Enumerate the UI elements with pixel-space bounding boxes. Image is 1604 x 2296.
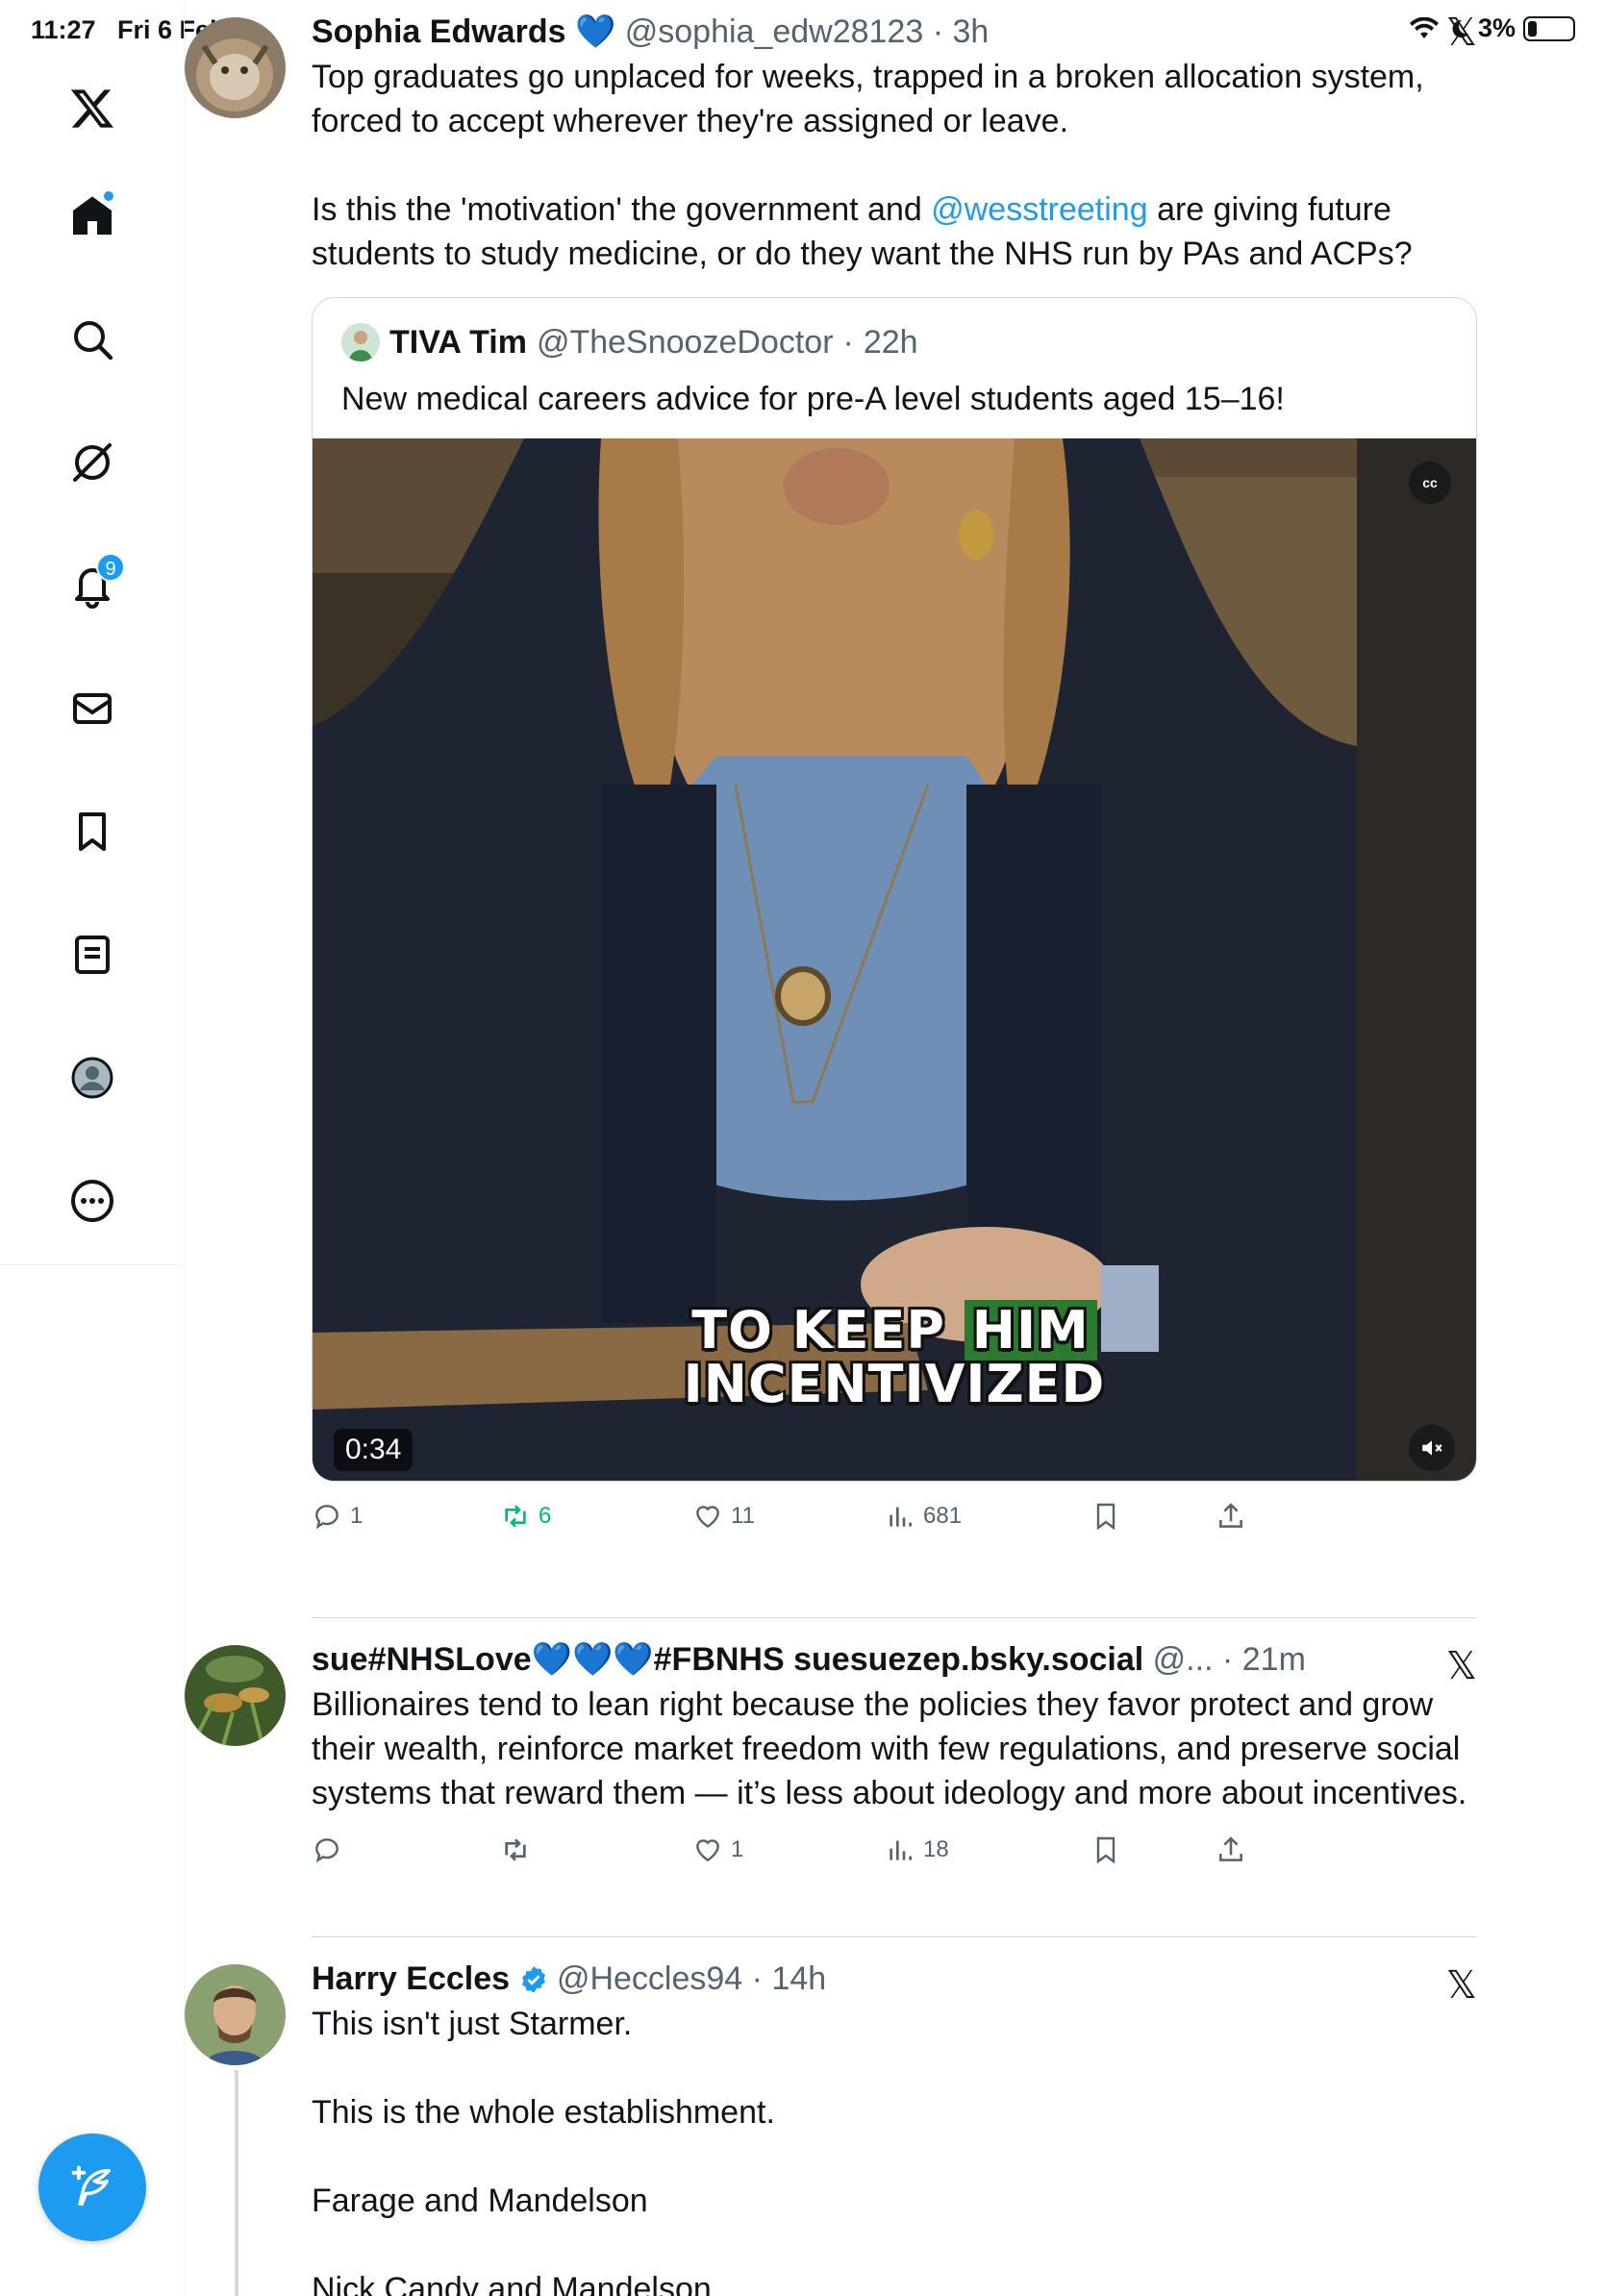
lists-icon[interactable]	[54, 916, 131, 993]
quoted-avatar	[341, 323, 380, 362]
bookmark-button[interactable]	[1090, 1501, 1121, 1532]
compose-feather-icon	[71, 2165, 112, 2207]
tweet-actions: 1 6 11 681	[312, 1491, 1477, 1549]
reply-bubble-icon	[315, 1505, 338, 1530]
share-upload-icon	[1219, 1503, 1242, 1528]
author-name[interactable]: Harry Eccles	[312, 1960, 510, 1997]
x-logo-icon: 𝕏	[1445, 12, 1477, 54]
repost-icon	[505, 1505, 526, 1528]
bookmark-icon	[1096, 1503, 1115, 1531]
mention-link[interactable]: @wesstreeting	[931, 191, 1147, 228]
author-handle[interactable]: @Heccles94	[557, 1960, 742, 1997]
home-icon[interactable]	[54, 178, 131, 255]
avatar[interactable]	[185, 17, 286, 118]
tweet-text: Billionaires tend to lean right because …	[312, 1686, 1469, 1811]
like-count: 11	[731, 1503, 755, 1529]
quoted-time: 22h	[863, 324, 918, 361]
search-icon[interactable]	[54, 301, 131, 378]
tweet-time[interactable]: 14h	[771, 1960, 826, 1997]
reply-count: 1	[350, 1503, 363, 1529]
video-caption: TO KEEP HIM INCENTIVIZED	[683, 1300, 1106, 1414]
author-handle[interactable]: @sophia_edw28123	[625, 13, 924, 50]
view-count: 18	[923, 1836, 949, 1862]
thread-connector-line	[235, 2070, 238, 2296]
video-duration: 0:34	[334, 1429, 414, 1471]
author-name[interactable]: Sophia Edwards	[312, 13, 566, 50]
author-name[interactable]: sue#NHSLove💙💙💙#FBNHS suesuezep.bsky.soci…	[312, 1641, 1143, 1678]
tweet-header: Sophia Edwards 💙 @sophia_edw28123 · 3h	[312, 13, 990, 50]
home-unread-dot	[102, 189, 115, 203]
tweet-header: sue#NHSLove💙💙💙#FBNHS suesuezep.bsky.soci…	[312, 1641, 1306, 1678]
quoted-author-handle: @TheSnoozeDoctor	[536, 324, 834, 361]
heart-icon	[696, 1506, 719, 1529]
avatar[interactable]	[185, 1645, 286, 1746]
repost-button[interactable]	[500, 1834, 539, 1865]
tweet-divider	[312, 1617, 1477, 1618]
reply-button[interactable]: 1	[312, 1501, 363, 1532]
x-logo-icon: 𝕏	[1445, 1645, 1477, 1687]
tweet[interactable]: sue#NHSLove💙💙💙#FBNHS suesuezep.bsky.soci…	[185, 1640, 1477, 1883]
notifications-badge: 9	[96, 553, 125, 582]
bookmark-button[interactable]	[1090, 1834, 1121, 1865]
tweet-text: Top graduates go unplaced for weeks, tra…	[312, 59, 1424, 272]
share-upload-icon	[1219, 1836, 1242, 1861]
share-button[interactable]	[1216, 1834, 1246, 1865]
author-emoji: 💙	[565, 13, 625, 50]
view-count: 681	[923, 1503, 963, 1529]
tweet-time[interactable]: 3h	[953, 13, 990, 50]
quoted-author-name: TIVA Tim	[389, 324, 527, 361]
tweet-time[interactable]: 21m	[1242, 1641, 1306, 1678]
like-count: 1	[731, 1836, 744, 1862]
sidebar-divider	[0, 1264, 185, 1265]
share-button[interactable]	[1216, 1501, 1246, 1532]
views-chart-icon	[890, 1507, 912, 1527]
battery-icon	[1523, 15, 1575, 41]
more-options-icon[interactable]	[54, 1162, 131, 1239]
author-handle[interactable]: @...	[1153, 1641, 1214, 1678]
quoted-tweet[interactable]: TIVA Tim @TheSnoozeDoctor · 22h New medica…	[312, 297, 1477, 1482]
reply-button[interactable]	[312, 1834, 350, 1865]
bookmarks-icon[interactable]	[54, 793, 131, 870]
tweet[interactable]: Harry Eccles @Heccles94 · 14h 𝕏 This isn…	[185, 1959, 1477, 2296]
x-logo-icon: 𝕏	[1445, 1964, 1477, 2007]
battery-percent: 3%	[1477, 13, 1516, 42]
tweet-text: This isn't just Starmer. This is the who…	[312, 2006, 775, 2296]
heart-icon	[696, 1839, 719, 1862]
speaker-muted-icon	[1422, 1440, 1442, 1456]
compose-post-button[interactable]	[38, 2134, 146, 2241]
verified-badge-icon	[521, 1966, 545, 1993]
grok-icon[interactable]	[54, 424, 131, 501]
messages-envelope-icon[interactable]	[54, 670, 131, 747]
mute-toggle[interactable]	[1409, 1425, 1455, 1471]
captions-button[interactable]: cc	[1409, 462, 1451, 504]
views-button[interactable]: 681	[885, 1501, 962, 1532]
quoted-tweet-text: New medical careers advice for pre-A lev…	[341, 381, 1285, 417]
notifications-bell-icon[interactable]: 9	[54, 547, 131, 624]
views-chart-icon	[890, 1840, 912, 1860]
repost-button[interactable]: 6	[500, 1501, 551, 1532]
like-button[interactable]: 11	[692, 1501, 755, 1532]
tweet-header: Harry Eccles @Heccles94 · 14h	[312, 1960, 827, 1997]
tweet-divider	[312, 1936, 1477, 1937]
sidebar: 9	[0, 0, 185, 2296]
repost-icon	[505, 1838, 526, 1861]
tweet-actions: 1 18	[312, 1825, 1477, 1883]
bookmark-icon	[1096, 1836, 1115, 1864]
reply-bubble-icon	[315, 1838, 338, 1863]
x-logo-icon[interactable]	[54, 70, 131, 147]
avatar[interactable]	[185, 1964, 286, 2065]
like-button[interactable]: 1	[692, 1834, 743, 1865]
views-button[interactable]: 18	[885, 1834, 949, 1865]
quoted-tweet-header: TIVA Tim @TheSnoozeDoctor · 22h	[313, 298, 1476, 362]
profile-avatar-icon[interactable]	[54, 1039, 131, 1116]
repost-count: 6	[539, 1503, 552, 1529]
video-player[interactable]: cc TO KEEP HIM INCENTIVIZED 0:34	[313, 438, 1476, 1481]
tweet[interactable]: Sophia Edwards 💙 @sophia_edw28123 · 3h 𝕏…	[185, 12, 1477, 1549]
